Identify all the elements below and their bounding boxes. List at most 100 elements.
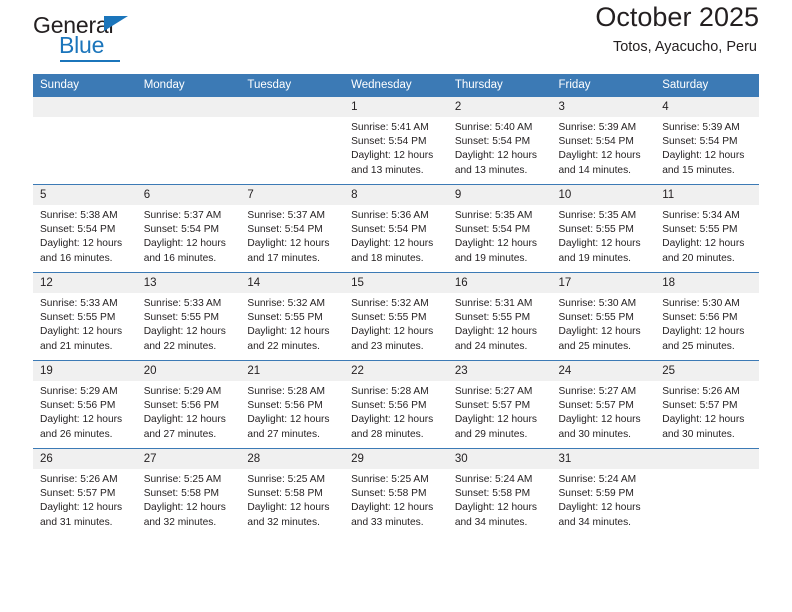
daylight-duration-line1: Daylight: 12 hours — [454, 414, 537, 426]
daylight-duration-line2: and 33 minutes. — [351, 516, 424, 528]
sunrise-time: Sunrise: 5:39 AM — [558, 122, 637, 133]
daylight-duration-line2: and 13 minutes. — [454, 164, 528, 176]
generalblue-logo[interactable]: General Blue — [33, 8, 243, 66]
calendar-day-cell[interactable]: 5 Sunrise: 5:38 AM Sunset: 5:54 PM Daylight… — [33, 184, 137, 273]
daylight-duration-line2: and 32 minutes. — [143, 516, 217, 528]
sunset-time: Sunset: 5:55 PM — [247, 312, 323, 324]
sunset-time: Sunset: 5:58 PM — [143, 488, 220, 500]
sunset-time: Sunset: 5:59 PM — [558, 488, 634, 500]
daylight-duration-line1: Daylight: 12 hours — [662, 326, 745, 338]
daylight-duration-line2: and 31 minutes. — [40, 516, 113, 528]
sunset-time: Sunset: 5:57 PM — [40, 488, 116, 500]
sunset-time: Sunset: 5:55 PM — [351, 312, 427, 324]
calendar-day-cell[interactable]: 7 Sunrise: 5:37 AM Sunset: 5:54 PM Daylight… — [240, 184, 345, 273]
calendar-day-cell[interactable]: 20 Sunrise: 5:29 AM Sunset: 5:56 PM Dayligh… — [136, 360, 241, 449]
calendar-day-cell[interactable]: 9 Sunrise: 5:35 AM Sunset: 5:54 PM Daylight… — [447, 184, 552, 273]
calendar-day-cell[interactable]: 16 Sunrise: 5:31 AM Sunset: 5:55 PM Dayligh… — [447, 272, 552, 361]
sunset-time: Sunset: 5:55 PM — [143, 312, 220, 324]
daylight-duration-line1: Daylight: 12 hours — [351, 150, 434, 162]
day-details: Sunrise: 5:33 AM Sunset: 5:55 PM Daylight:… — [137, 293, 241, 354]
calendar-day-cell[interactable]: 19 Sunrise: 5:29 AM Sunset: 5:56 PM Dayligh… — [33, 360, 137, 449]
calendar-day-cell[interactable]: 1 Sunrise: 5:41 AM Sunset: 5:54 PM Daylight… — [344, 96, 448, 185]
day-details: Sunrise: 5:30 AM Sunset: 5:55 PM Daylight:… — [552, 293, 656, 354]
calendar-week-row: 1 Sunrise: 5:41 AM Sunset: 5:54 PM Daylight… — [33, 96, 759, 185]
day-details: Sunrise: 5:25 AM Sunset: 5:58 PM Daylight:… — [240, 469, 344, 530]
daylight-duration-line1: Daylight: 12 hours — [40, 502, 123, 514]
calendar-day-cell[interactable]: 31 Sunrise: 5:24 AM Sunset: 5:59 PM Dayligh… — [551, 448, 656, 537]
calendar-day-cell[interactable]: 14 Sunrise: 5:32 AM Sunset: 5:55 PM Dayligh… — [240, 272, 345, 361]
daylight-duration-line1: Daylight: 12 hours — [351, 414, 434, 426]
page-title: October 2025 — [595, 2, 759, 32]
calendar-day-cell[interactable]: 25 Sunrise: 5:26 AM Sunset: 5:57 PM Dayligh… — [655, 360, 759, 449]
calendar-day-cell[interactable]: 18 Sunrise: 5:30 AM Sunset: 5:56 PM Dayligh… — [655, 272, 759, 361]
sunset-time: Sunset: 5:54 PM — [247, 224, 323, 236]
day-number: 2 — [447, 97, 552, 117]
calendar-day-cell[interactable]: 24 Sunrise: 5:27 AM Sunset: 5:57 PM Dayligh… — [551, 360, 656, 449]
calendar-day-cell[interactable]: 29 Sunrise: 5:25 AM Sunset: 5:58 PM Dayligh… — [344, 448, 448, 537]
day-number — [136, 97, 241, 117]
sunset-time: Sunset: 5:54 PM — [351, 224, 427, 236]
day-details: Sunrise: 5:30 AM Sunset: 5:56 PM Daylight:… — [655, 293, 759, 354]
calendar-day-cell[interactable]: 3 Sunrise: 5:39 AM Sunset: 5:54 PM Daylight… — [551, 96, 656, 185]
calendar-day-cell[interactable]: 27 Sunrise: 5:25 AM Sunset: 5:58 PM Dayligh… — [136, 448, 241, 537]
daylight-duration-line2: and 22 minutes. — [143, 340, 217, 352]
calendar-day-cell[interactable]: 11 Sunrise: 5:34 AM Sunset: 5:55 PM Dayligh… — [655, 184, 759, 273]
calendar-day-cell[interactable]: 28 Sunrise: 5:25 AM Sunset: 5:58 PM Dayligh… — [240, 448, 345, 537]
weekday-header-friday: Friday — [551, 74, 656, 97]
calendar-day-cell[interactable]: 15 Sunrise: 5:32 AM Sunset: 5:55 PM Dayligh… — [344, 272, 448, 361]
daylight-duration-line1: Daylight: 12 hours — [351, 326, 434, 338]
sunrise-time: Sunrise: 5:34 AM — [662, 210, 740, 221]
sunrise-time: Sunrise: 5:31 AM — [454, 298, 533, 309]
sunset-time: Sunset: 5:56 PM — [143, 400, 220, 412]
calendar-day-cell[interactable]: 30 Sunrise: 5:24 AM Sunset: 5:58 PM Dayligh… — [447, 448, 552, 537]
calendar-day-cell[interactable]: 2 Sunrise: 5:40 AM Sunset: 5:54 PM Daylight… — [447, 96, 552, 185]
day-number: 13 — [136, 273, 241, 293]
sunrise-time: Sunrise: 5:28 AM — [247, 386, 325, 397]
calendar-day-cell[interactable]: 8 Sunrise: 5:36 AM Sunset: 5:54 PM Daylight… — [344, 184, 448, 273]
daylight-duration-line2: and 18 minutes. — [351, 252, 424, 264]
calendar-day-cell[interactable]: 21 Sunrise: 5:28 AM Sunset: 5:56 PM Dayligh… — [240, 360, 345, 449]
sunrise-time: Sunrise: 5:25 AM — [351, 474, 429, 485]
triangle-logo-mark-icon — [104, 16, 128, 31]
calendar-day-cell[interactable]: 23 Sunrise: 5:27 AM Sunset: 5:57 PM Dayligh… — [447, 360, 552, 449]
sunrise-time: Sunrise: 5:24 AM — [558, 474, 637, 485]
calendar-day-cell[interactable]: 10 Sunrise: 5:35 AM Sunset: 5:55 PM Dayligh… — [551, 184, 656, 273]
sunrise-time: Sunrise: 5:27 AM — [454, 386, 533, 397]
day-details: Sunrise: 5:27 AM Sunset: 5:57 PM Daylight:… — [448, 381, 552, 442]
day-number: 8 — [344, 185, 448, 205]
day-number: 24 — [551, 361, 656, 381]
calendar-day-cell[interactable]: 12 Sunrise: 5:33 AM Sunset: 5:55 PM Dayligh… — [33, 272, 137, 361]
day-details: Sunrise: 5:25 AM Sunset: 5:58 PM Daylight:… — [344, 469, 448, 530]
daylight-duration-line2: and 32 minutes. — [247, 516, 320, 528]
day-number: 5 — [33, 185, 137, 205]
day-number: 30 — [447, 449, 552, 469]
calendar-day-cell[interactable]: 13 Sunrise: 5:33 AM Sunset: 5:55 PM Dayligh… — [136, 272, 241, 361]
calendar-day-cell-empty — [33, 96, 137, 185]
weekday-header-wednesday: Wednesday — [344, 74, 448, 97]
sunset-time: Sunset: 5:57 PM — [662, 400, 738, 412]
calendar-day-cell[interactable]: 22 Sunrise: 5:28 AM Sunset: 5:56 PM Dayligh… — [344, 360, 448, 449]
sunrise-time: Sunrise: 5:32 AM — [351, 298, 429, 309]
daylight-duration-line2: and 22 minutes. — [247, 340, 320, 352]
calendar-day-cell[interactable]: 6 Sunrise: 5:37 AM Sunset: 5:54 PM Daylight… — [136, 184, 241, 273]
day-details: Sunrise: 5:38 AM Sunset: 5:54 PM Daylight:… — [33, 205, 137, 266]
sunset-time: Sunset: 5:55 PM — [558, 224, 634, 236]
daylight-duration-line1: Daylight: 12 hours — [247, 326, 330, 338]
sunset-time: Sunset: 5:54 PM — [40, 224, 116, 236]
day-details: Sunrise: 5:39 AM Sunset: 5:54 PM Daylight:… — [655, 117, 759, 178]
day-details: Sunrise: 5:26 AM Sunset: 5:57 PM Daylight:… — [33, 469, 137, 530]
daylight-duration-line2: and 16 minutes. — [40, 252, 113, 264]
daylight-duration-line1: Daylight: 12 hours — [247, 502, 330, 514]
daylight-duration-line1: Daylight: 12 hours — [454, 238, 537, 250]
calendar-day-cell-empty — [136, 96, 241, 185]
calendar-day-cell[interactable]: 26 Sunrise: 5:26 AM Sunset: 5:57 PM Dayligh… — [33, 448, 137, 537]
calendar-day-cell[interactable]: 4 Sunrise: 5:39 AM Sunset: 5:54 PM Daylight… — [655, 96, 759, 185]
calendar-day-cell[interactable]: 17 Sunrise: 5:30 AM Sunset: 5:55 PM Dayligh… — [551, 272, 656, 361]
sunrise-time: Sunrise: 5:39 AM — [662, 122, 740, 133]
calendar-body: 1 Sunrise: 5:41 AM Sunset: 5:54 PM Daylight… — [33, 96, 759, 537]
sunrise-time: Sunrise: 5:29 AM — [143, 386, 222, 397]
day-details: Sunrise: 5:29 AM Sunset: 5:56 PM Daylight:… — [33, 381, 137, 442]
day-details: Sunrise: 5:33 AM Sunset: 5:55 PM Daylight:… — [33, 293, 137, 354]
daylight-duration-line2: and 30 minutes. — [662, 428, 735, 440]
sunrise-time: Sunrise: 5:28 AM — [351, 386, 429, 397]
